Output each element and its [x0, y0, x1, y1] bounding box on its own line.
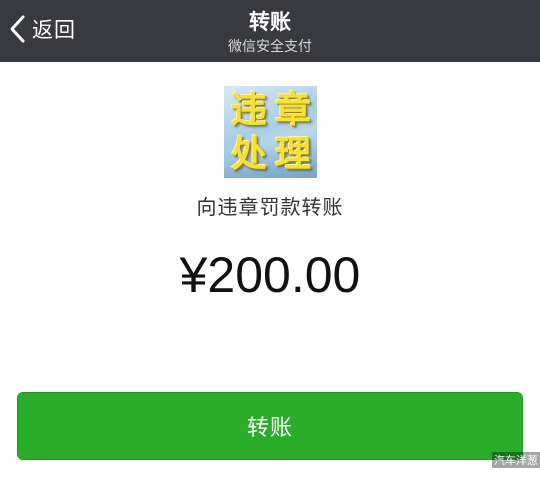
page-subtitle: 微信安全支付	[228, 39, 312, 55]
page-title: 转账	[249, 10, 291, 34]
payee-logo: 违 章 处 理	[224, 86, 317, 178]
transfer-page: 返回 转账 微信安全支付 违 章 处 理 向违章罚款转账 ¥200.00 转账 …	[0, 0, 540, 489]
transfer-button[interactable]: 转账	[17, 392, 523, 460]
watermark: 汽车洋葱	[492, 452, 540, 468]
logo-char: 违	[230, 89, 267, 131]
logo-char: 章	[274, 89, 311, 131]
logo-char: 理	[274, 133, 311, 175]
payee-description: 向违章罚款转账	[196, 195, 344, 219]
nav-bar: 返回 转账 微信安全支付	[0, 0, 540, 62]
transfer-amount: ¥200.00	[179, 247, 361, 303]
logo-char: 处	[230, 133, 267, 175]
